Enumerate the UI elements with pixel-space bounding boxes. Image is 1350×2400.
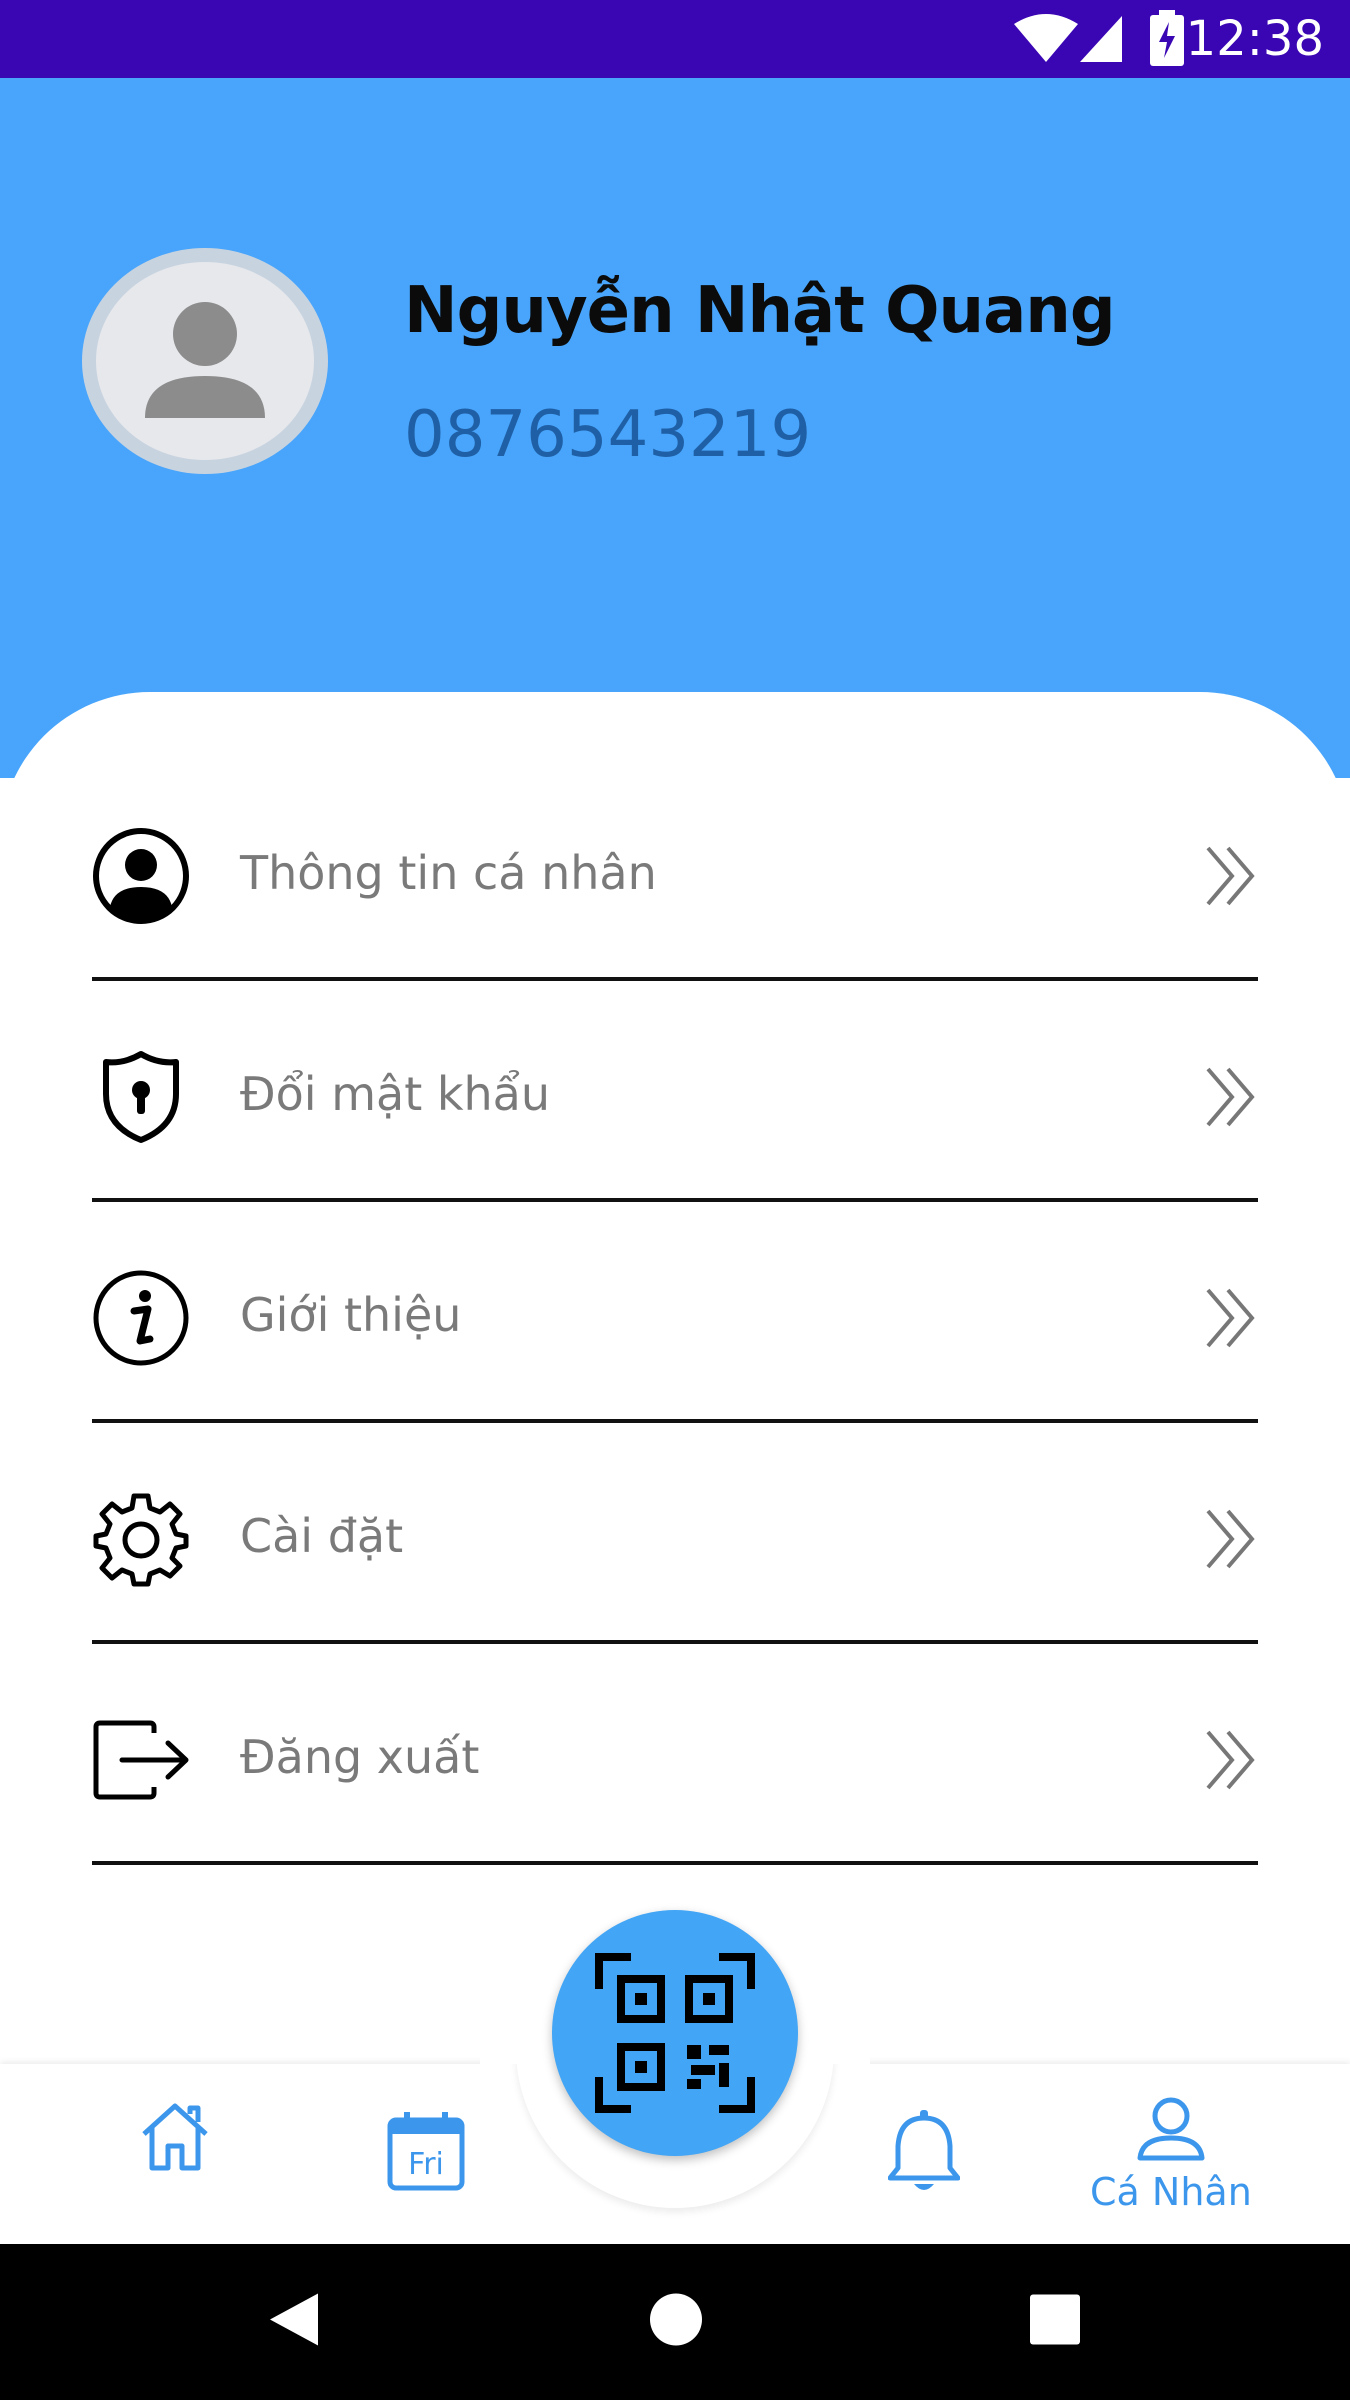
shield-lock-icon <box>92 1048 190 1146</box>
double-chevron-right-icon <box>1202 1286 1258 1350</box>
home-circle-icon[interactable] <box>648 2292 704 2353</box>
menu-label-about: Giới thiệu <box>240 1288 462 1342</box>
user-phone: 0876543219 <box>404 398 812 472</box>
menu-label-settings: Cài đặt <box>240 1509 404 1563</box>
profile-header: Nguyễn Nhật Quang 0876543219 <box>0 78 1350 778</box>
recents-icon[interactable] <box>1030 2294 1080 2350</box>
bell-icon <box>888 2110 960 2190</box>
avatar[interactable] <box>82 248 328 474</box>
system-navigation-bar <box>0 2244 1350 2400</box>
menu-item-personal-info[interactable]: Thông tin cá nhân <box>92 760 1258 981</box>
nav-calendar[interactable]: Fri <box>386 2110 466 2192</box>
logout-icon <box>92 1711 190 1809</box>
nav-notifications[interactable] <box>888 2110 960 2196</box>
user-name: Nguyễn Nhật Quang <box>404 274 1116 348</box>
info-icon <box>92 1269 190 1367</box>
calendar-day-text: Fri <box>408 2147 444 2182</box>
menu-divider <box>92 1861 1258 1865</box>
person-icon <box>1137 2097 1205 2161</box>
calendar-icon: Fri <box>387 2112 465 2191</box>
nav-home[interactable] <box>138 2100 212 2174</box>
gear-icon <box>92 1490 190 1588</box>
menu-label-personal-info: Thông tin cá nhân <box>240 846 657 900</box>
qr-scan-button[interactable] <box>552 1910 798 2156</box>
status-bar: 12:38 <box>0 0 1350 78</box>
user-circle-icon <box>92 827 190 925</box>
menu-label-logout: Đăng xuất <box>240 1730 480 1784</box>
double-chevron-right-icon <box>1202 1065 1258 1129</box>
menu-label-change-password: Đổi mật khẩu <box>240 1067 550 1121</box>
back-icon[interactable] <box>268 2292 322 2353</box>
double-chevron-right-icon <box>1202 1728 1258 1792</box>
menu-item-about[interactable]: Giới thiệu <box>92 1202 1258 1423</box>
battery-charging-icon <box>1150 10 1184 71</box>
nav-profile-label: Cá Nhân <box>1090 2170 1252 2214</box>
menu-item-change-password[interactable]: Đổi mật khẩu <box>92 981 1258 1202</box>
signal-icon <box>1078 14 1124 69</box>
double-chevron-right-icon <box>1202 1507 1258 1571</box>
wifi-icon <box>1012 14 1080 69</box>
double-chevron-right-icon <box>1202 844 1258 908</box>
home-icon <box>142 2103 208 2171</box>
person-placeholder-icon <box>145 302 265 418</box>
menu-item-logout[interactable]: Đăng xuất <box>92 1644 1258 1865</box>
menu-item-settings[interactable]: Cài đặt <box>92 1423 1258 1644</box>
status-time: 12:38 <box>1185 11 1324 67</box>
nav-profile[interactable]: Cá Nhân <box>1090 2096 1252 2214</box>
qr-code-icon <box>595 1953 755 2113</box>
